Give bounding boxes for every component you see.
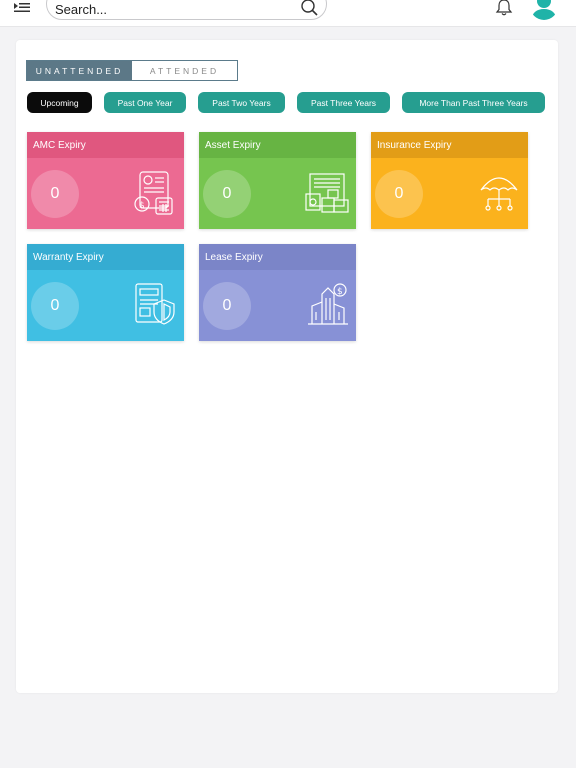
amc-expiry-card[interactable]: AMC Expiry 0 $ (27, 132, 184, 229)
lease-expiry-card[interactable]: Lease Expiry 0 $ (199, 244, 356, 341)
top-bar (0, 0, 576, 27)
tab-unattended[interactable]: UNATTENDED (27, 61, 132, 80)
warehouse-boxes-icon (304, 170, 350, 216)
umbrella-network-icon (476, 170, 522, 216)
attendance-toggle: UNATTENDED ATTENDED (26, 60, 238, 81)
user-avatar-icon[interactable] (530, 0, 558, 20)
search-input[interactable] (55, 1, 285, 17)
building-dollar-icon: $ (304, 282, 350, 328)
insurance-expiry-card[interactable]: Insurance Expiry 0 (371, 132, 528, 229)
card-title: Asset Expiry (199, 132, 356, 158)
warranty-expiry-card[interactable]: Warranty Expiry 0 (27, 244, 184, 341)
svg-text:$: $ (139, 201, 145, 211)
filter-more-than-past-three-years[interactable]: More Than Past Three Years (402, 92, 545, 113)
warranty-expiry-count: 0 (31, 282, 79, 330)
filter-past-three-years[interactable]: Past Three Years (297, 92, 390, 113)
card-title: Insurance Expiry (371, 132, 528, 158)
filter-past-one-year[interactable]: Past One Year (104, 92, 186, 113)
invoice-calculator-icon: $ (132, 170, 178, 216)
card-title: AMC Expiry (27, 132, 184, 158)
amc-expiry-count: 0 (31, 170, 79, 218)
asset-expiry-count: 0 (203, 170, 251, 218)
bell-icon[interactable] (494, 0, 514, 17)
svg-text:$: $ (337, 287, 343, 297)
expiry-dashboard-panel: UNATTENDED ATTENDED Upcoming Past One Ye… (16, 40, 558, 693)
document-shield-icon (132, 282, 178, 328)
tab-attended[interactable]: ATTENDED (132, 61, 237, 80)
search-icon[interactable] (300, 0, 320, 19)
search-box (46, 0, 327, 20)
lease-expiry-count: 0 (203, 282, 251, 330)
filter-upcoming[interactable]: Upcoming (27, 92, 92, 113)
filter-past-two-years[interactable]: Past Two Years (198, 92, 285, 113)
card-title: Lease Expiry (199, 244, 356, 270)
menu-collapse-icon[interactable] (12, 0, 32, 16)
insurance-expiry-count: 0 (375, 170, 423, 218)
asset-expiry-card[interactable]: Asset Expiry 0 (199, 132, 356, 229)
card-title: Warranty Expiry (27, 244, 184, 270)
